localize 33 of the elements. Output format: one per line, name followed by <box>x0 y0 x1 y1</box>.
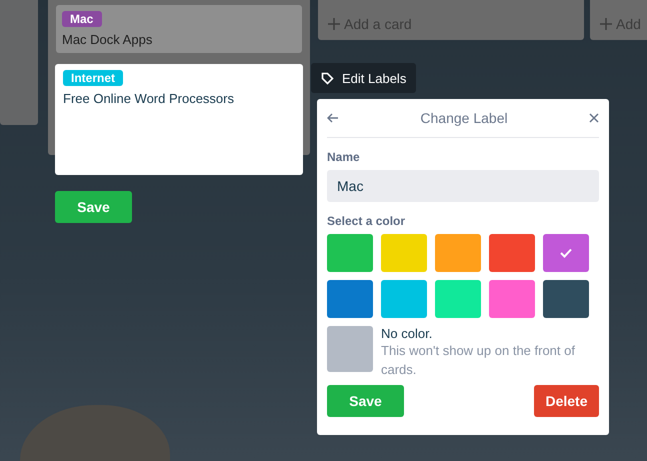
color-swatch[interactable] <box>489 280 535 318</box>
no-color-title: No color. <box>381 326 434 341</box>
name-label: Name <box>327 150 361 164</box>
color-swatch[interactable] <box>327 234 373 272</box>
color-swatch[interactable] <box>381 234 427 272</box>
color-swatch[interactable] <box>543 280 589 318</box>
card-label: Internet <box>63 70 124 86</box>
check-icon <box>560 248 572 258</box>
select-color-label: Select a color <box>327 214 406 228</box>
card-label: Mac <box>62 11 102 27</box>
save-button[interactable]: Save <box>327 385 404 417</box>
name-field[interactable]: Mac <box>327 170 599 202</box>
color-swatch[interactable] <box>489 234 535 272</box>
color-swatch[interactable] <box>435 234 481 272</box>
plus-icon <box>600 18 612 30</box>
card-editor[interactable]: Internet Free Online Word Processors <box>55 64 303 175</box>
color-swatch[interactable] <box>381 280 427 318</box>
back-arrow-icon[interactable] <box>327 113 339 123</box>
save-button[interactable]: Save <box>55 191 132 223</box>
card[interactable]: Mac Mac Dock Apps <box>56 5 302 53</box>
plus-icon <box>328 18 340 30</box>
color-swatch[interactable] <box>543 234 589 272</box>
popover-title: Change Label <box>420 110 508 126</box>
no-color-swatch[interactable] <box>327 326 373 372</box>
card-title: Mac Dock Apps <box>62 32 154 47</box>
close-icon[interactable] <box>589 113 599 123</box>
tag-icon <box>321 72 334 84</box>
no-color-description: This won't show up on the front of cards. <box>381 342 576 379</box>
edit-labels-button[interactable]: Edit Labels <box>311 63 416 93</box>
color-swatch[interactable] <box>435 280 481 318</box>
color-swatch[interactable] <box>327 280 373 318</box>
card-title: Free Online Word Processors <box>63 91 235 106</box>
delete-button[interactable]: Delete <box>534 385 599 417</box>
